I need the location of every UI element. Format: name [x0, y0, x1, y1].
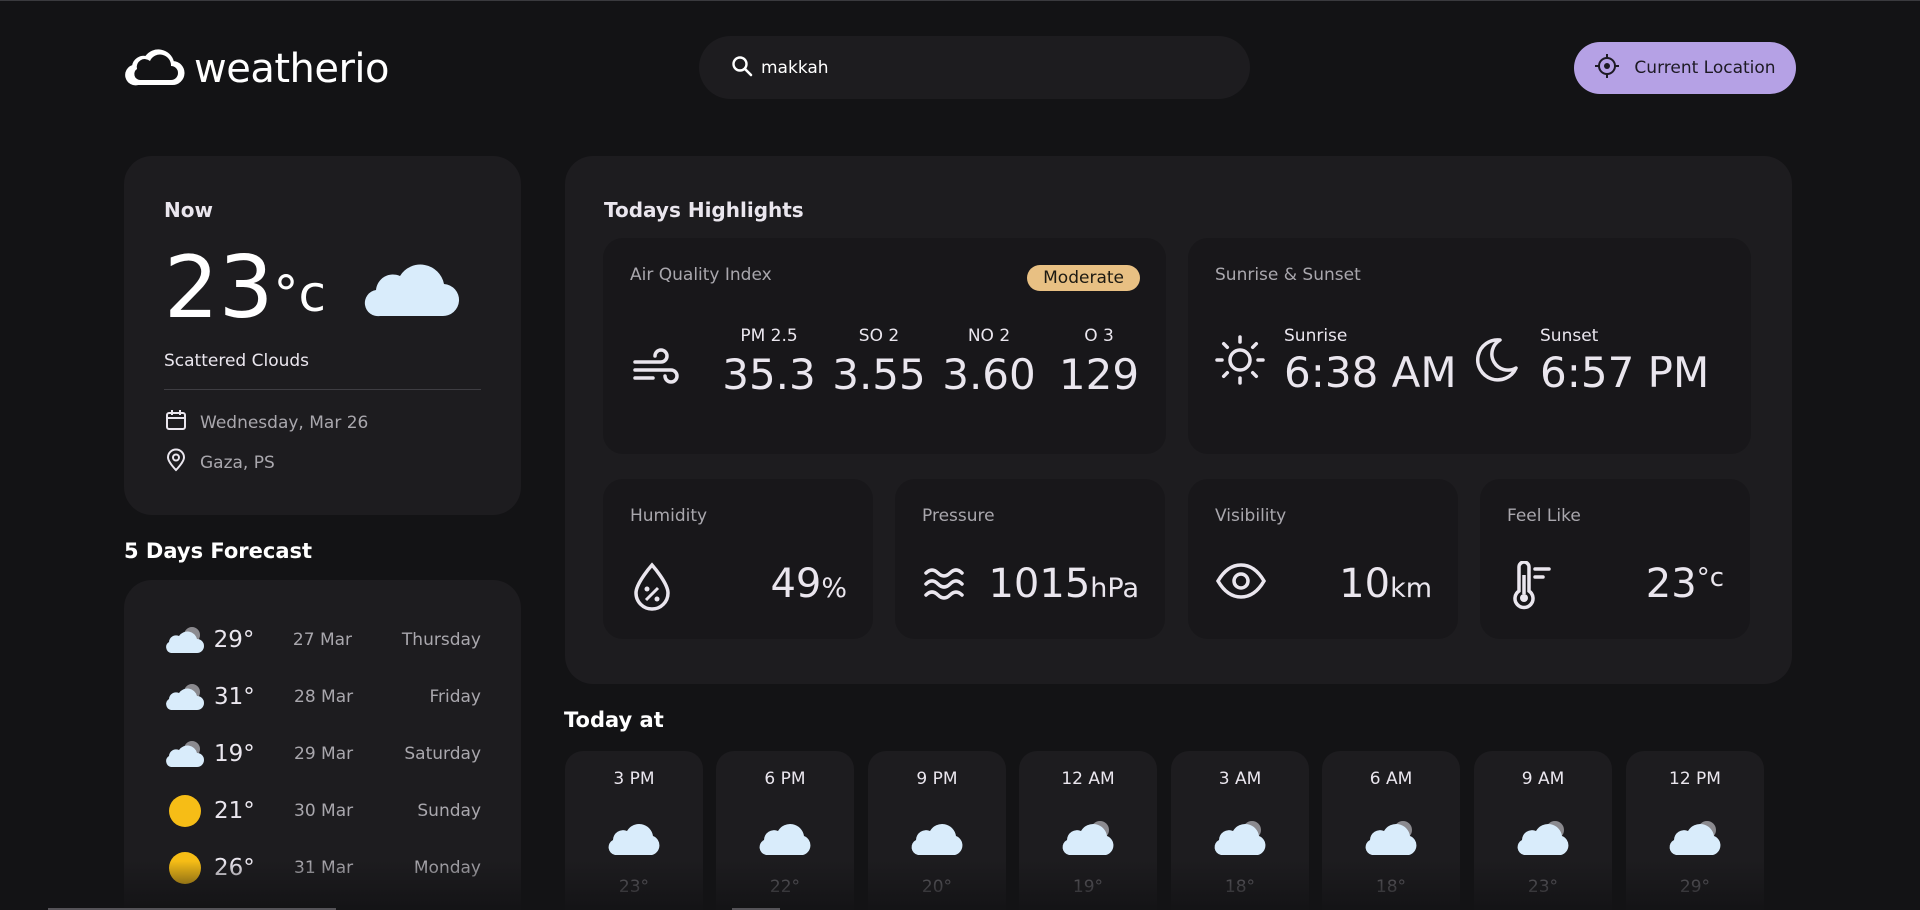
- app-name: weatherio: [194, 46, 390, 92]
- hourly-item: 3 PM 23°: [565, 751, 703, 910]
- current-location-button[interactable]: Current Location: [1574, 42, 1796, 94]
- crosshair-icon: [1594, 53, 1620, 84]
- app-logo[interactable]: weatherio: [124, 45, 390, 93]
- forecast-card: 29° 27 Mar Thursday 31° 28 Mar Friday 19…: [124, 580, 521, 910]
- visibility-value: 10km: [1339, 561, 1432, 607]
- current-temperature: 23°c: [164, 238, 326, 338]
- waves-icon: [922, 561, 968, 611]
- humidity-drop-icon: [630, 561, 674, 615]
- app-header: weatherio makkah Current Location: [0, 1, 1920, 131]
- aqi-status-badge: Moderate: [1027, 265, 1140, 291]
- search-input[interactable]: makkah: [699, 36, 1250, 99]
- cloud-icon: [716, 819, 854, 857]
- forecast-row: 29° 27 Mar Thursday: [164, 620, 481, 660]
- divider: [164, 389, 481, 390]
- forecast-row: 19° 29 Mar Saturday: [164, 734, 481, 774]
- cloud-sun-icon: [1626, 819, 1764, 857]
- sunrise: Sunrise 6:38 AM: [1214, 326, 1457, 397]
- sun-label: Sunrise & Sunset: [1215, 265, 1361, 285]
- cloud-logo-icon: [124, 46, 186, 92]
- calendar-icon: [164, 408, 188, 437]
- current-location-label: Current Location: [1634, 58, 1776, 78]
- forecast-row: 31° 28 Mar Friday: [164, 677, 481, 717]
- search-value[interactable]: makkah: [761, 58, 829, 78]
- hourly-item: 12 PM 29°: [1626, 751, 1764, 910]
- pollutant-no2: NO 2 3.60: [942, 326, 1036, 399]
- highlights-title: Todays Highlights: [604, 198, 804, 222]
- search-icon: [731, 55, 753, 81]
- cloud-sun-icon: [1322, 819, 1460, 857]
- sun-icon: [164, 791, 206, 831]
- cloud-sun-icon: [164, 734, 206, 774]
- pressure-value: 1015hPa: [988, 561, 1139, 607]
- cloud-sun-icon: [164, 677, 206, 717]
- cloud-icon: [868, 819, 1006, 857]
- eye-icon: [1215, 561, 1267, 605]
- pollutant-so2: SO 2 3.55: [832, 326, 926, 399]
- today-title: Today at: [564, 708, 664, 732]
- forecast-title: 5 Days Forecast: [124, 539, 313, 563]
- pollutant-pm25: PM 2.5 35.3: [722, 326, 816, 399]
- cloud-icon: [565, 819, 703, 857]
- current-location: Gaza, PS: [164, 448, 275, 477]
- feels-like-card: Feel Like 23°c: [1480, 479, 1750, 639]
- sun-icon: [164, 848, 206, 888]
- visibility-card: Visibility 10km: [1188, 479, 1458, 639]
- hourly-item: 6 PM 22°: [716, 751, 854, 910]
- pollutant-o3: O 3 129: [1058, 326, 1140, 399]
- pressure-card: Pressure 1015hPa: [895, 479, 1165, 639]
- sun-icon: [1214, 334, 1266, 390]
- cloud-sun-icon: [1474, 819, 1612, 857]
- forecast-row: 21° 30 Mar Sunday: [164, 791, 481, 831]
- sunrise-sunset-card: Sunrise & Sunset Sunrise 6:38 AM Sunset …: [1188, 238, 1751, 454]
- thermometer-icon: [1507, 560, 1553, 615]
- cloud-sun-icon: [1171, 819, 1309, 857]
- cloud-icon: [364, 256, 460, 322]
- hourly-item: 9 PM 20°: [868, 751, 1006, 910]
- hourly-item: 3 AM 18°: [1171, 751, 1309, 910]
- aqi-label: Air Quality Index: [630, 265, 772, 285]
- location-pin-icon: [164, 448, 188, 477]
- moon-icon: [1470, 334, 1522, 390]
- forecast-row: 26° 31 Mar Monday: [164, 848, 481, 888]
- cloud-sun-icon: [1019, 819, 1157, 857]
- sunset: Sunset 6:57 PM: [1470, 326, 1709, 397]
- hourly-item: 6 AM 18°: [1322, 751, 1460, 910]
- highlights-card: Todays Highlights Air Quality Index Mode…: [565, 156, 1792, 684]
- wind-icon: [631, 348, 681, 392]
- current-weather-card: Now 23°c Scattered Clouds Wednesday, Mar…: [124, 156, 521, 515]
- hourly-item: 12 AM 19°: [1019, 751, 1157, 910]
- weather-description: Scattered Clouds: [164, 351, 310, 371]
- air-quality-card: Air Quality Index Moderate PM 2.5 35.3 S…: [603, 238, 1166, 454]
- humidity-value: 49%: [770, 561, 847, 607]
- hourly-item: 9 AM 23°: [1474, 751, 1612, 910]
- current-date: Wednesday, Mar 26: [164, 408, 368, 437]
- humidity-card: Humidity 49%: [603, 479, 873, 639]
- now-title: Now: [164, 198, 213, 222]
- feels-like-value: 23°c: [1645, 561, 1724, 607]
- cloud-sun-icon: [164, 620, 206, 660]
